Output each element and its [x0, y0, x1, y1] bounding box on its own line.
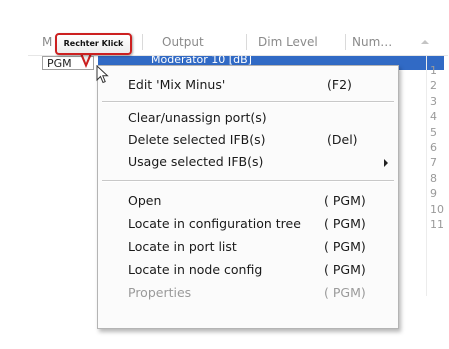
menu-item-shortcut: ( PGM) [324, 239, 366, 254]
row-number: 8 [430, 171, 437, 185]
menu-item-shortcut: (F2) [327, 77, 352, 92]
menu-separator [102, 101, 394, 103]
menu-item-shortcut: ( PGM) [324, 285, 366, 300]
column-divider[interactable] [246, 34, 247, 50]
menu-item-label: Locate in configuration tree [128, 216, 301, 231]
column-header-dim-level[interactable]: Dim Level [258, 30, 318, 54]
menu-item-locate-in-configuration-tree[interactable]: Locate in configuration tree ( PGM) [98, 213, 398, 235]
column-header-number[interactable]: Num… [352, 30, 392, 54]
menu-item-label: Open [128, 193, 162, 208]
row-number: 4 [430, 110, 437, 124]
menu-item-shortcut: ( PGM) [324, 193, 366, 208]
menu-item-shortcut: ( PGM) [324, 262, 366, 277]
menu-separator [102, 180, 394, 182]
menu-item-label: Locate in port list [128, 239, 237, 254]
menu-item-locate-in-node-config[interactable]: Locate in node config ( PGM) [98, 259, 398, 281]
menu-item-locate-in-port-list[interactable]: Locate in port list ( PGM) [98, 236, 398, 258]
menu-item-edit-mix-minus[interactable]: Edit 'Mix Minus' (F2) [98, 74, 398, 96]
row-number: 11 [430, 217, 444, 231]
row-number-gutter [426, 56, 427, 296]
column-header-m[interactable]: M [42, 30, 52, 54]
menu-item-open[interactable]: Open ( PGM) [98, 190, 398, 212]
menu-item-label: Clear/unassign port(s) [128, 110, 267, 125]
sort-arrow-icon [421, 40, 429, 44]
menu-item-label: Usage selected IFB(s) [128, 154, 264, 169]
menu-item-shortcut: (Del) [327, 132, 358, 147]
menu-item-label: Edit 'Mix Minus' [128, 77, 226, 92]
menu-item-label: Properties [128, 285, 192, 300]
column-header-output[interactable]: Output [162, 30, 204, 54]
mouse-pointer-icon [96, 65, 109, 84]
menu-item-properties[interactable]: Properties ( PGM) [98, 282, 398, 304]
row-number-column: 1 2 3 4 5 6 7 8 9 10 11 [430, 63, 449, 232]
column-divider[interactable] [345, 34, 346, 50]
submenu-arrow-icon [384, 159, 388, 167]
row-number: 3 [430, 94, 437, 108]
right-click-callout: Rechter Klick [55, 33, 132, 55]
column-divider[interactable] [142, 34, 143, 50]
menu-item-shortcut: ( PGM) [324, 216, 366, 231]
context-menu: Edit 'Mix Minus' (F2) Clear/unassign por… [97, 65, 399, 329]
row-number: 5 [430, 125, 437, 139]
menu-item-delete-selected-ifbs[interactable]: Delete selected IFB(s) (Del) [98, 129, 398, 151]
menu-item-label: Delete selected IFB(s) [128, 132, 266, 147]
row-number: 10 [430, 202, 444, 216]
row-number: 2 [430, 79, 437, 93]
menu-item-clear-unassign-ports[interactable]: Clear/unassign port(s) [98, 107, 398, 129]
row-number: 7 [430, 156, 437, 170]
row-number: 6 [430, 140, 437, 154]
menu-item-label: Locate in node config [128, 262, 263, 277]
row-number: 9 [430, 187, 437, 201]
menu-item-usage-selected-ifbs[interactable]: Usage selected IFB(s) [98, 151, 398, 173]
row-number: 1 [430, 64, 437, 77]
